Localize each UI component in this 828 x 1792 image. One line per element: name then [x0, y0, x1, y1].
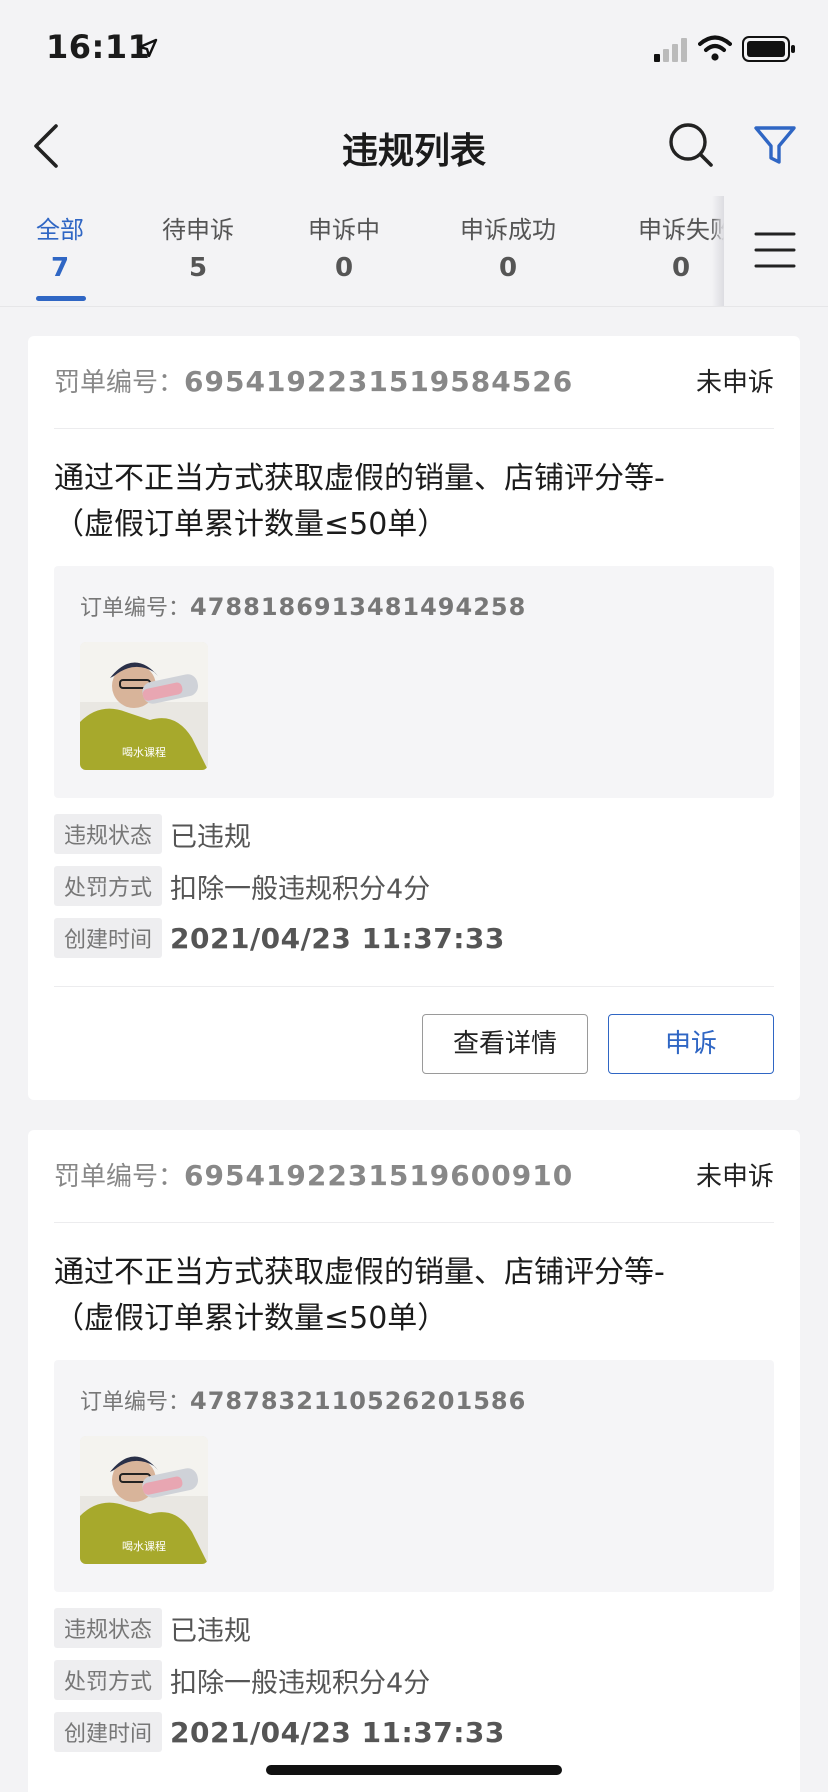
- tab-pending-appeal[interactable]: 待申诉 5: [148, 210, 248, 283]
- divider: [54, 428, 774, 429]
- card-header: 罚单编号：6954192231519584526 未申诉: [54, 362, 774, 410]
- tab-label: 待申诉: [162, 216, 234, 244]
- info-value: 已违规: [170, 821, 252, 853]
- violation-title-line: 通过不正当方式获取虚假的销量、店铺评分等-: [54, 461, 665, 496]
- info-row-penalty: 处罚方式 扣除一般违规积分4分: [54, 866, 430, 906]
- tab-label: 申诉中: [308, 216, 380, 244]
- tab-appealing[interactable]: 申诉中 0: [294, 210, 394, 283]
- battery-icon: [742, 36, 795, 62]
- view-details-button[interactable]: 查看详情: [422, 1014, 588, 1074]
- product-thumbnail[interactable]: 喝水课程: [80, 1436, 208, 1564]
- info-row-penalty: 处罚方式 扣除一般违规积分4分: [54, 1660, 430, 1700]
- info-tag: 违规状态: [54, 1608, 163, 1648]
- divider: [54, 1222, 774, 1223]
- info-tag: 创建时间: [54, 918, 163, 958]
- order-label: 订单编号：: [80, 1390, 191, 1415]
- order-label: 订单编号：: [80, 596, 191, 621]
- tab-count: 5: [188, 253, 208, 283]
- menu-icon[interactable]: [754, 230, 796, 270]
- thumbnail-caption: 喝水课程: [122, 1540, 166, 1553]
- home-indicator[interactable]: [266, 1765, 562, 1775]
- info-tag: 创建时间: [54, 1712, 163, 1752]
- tab-count: 0: [334, 253, 354, 283]
- info-tag: 违规状态: [54, 814, 163, 854]
- tab-label: 申诉成功: [460, 216, 556, 244]
- order-box[interactable]: 订单编号：4787832110526201586 喝水课程: [54, 1360, 774, 1592]
- info-value: 扣除一般违规积分4分: [170, 873, 431, 905]
- info-row-created: 创建时间 2021/04/23 11:37:33: [54, 918, 505, 958]
- violation-title-line: 通过不正当方式获取虚假的销量、店铺评分等-: [54, 1255, 665, 1290]
- tab-appeal-success[interactable]: 申诉成功 0: [448, 210, 568, 283]
- product-thumbnail[interactable]: 喝水课程: [80, 642, 208, 770]
- violation-card: 罚单编号：6954192231519584526 未申诉 通过不正当方式获取虚假…: [28, 336, 800, 1100]
- info-row-status: 违规状态 已违规: [54, 814, 251, 854]
- info-row-status: 违规状态 已违规: [54, 1608, 251, 1648]
- ticket-label: 罚单编号：: [54, 368, 185, 398]
- appeal-status: 未申诉: [695, 1162, 774, 1192]
- info-value: 2021/04/23 11:37:33: [170, 921, 505, 955]
- info-value: 已违规: [170, 1615, 252, 1647]
- signal-icon: [654, 38, 687, 62]
- order-line: 订单编号：4788186913481494258: [80, 590, 526, 622]
- tab-count: 0: [498, 253, 518, 283]
- screen: 16:11 违规列表 全部 7 待申诉 5 申诉中 0 申诉成功 0 申诉失败 …: [0, 0, 828, 1792]
- info-row-created: 创建时间 2021/04/23 11:37:33: [54, 1712, 505, 1752]
- tab-count: 7: [50, 253, 70, 283]
- tab-all[interactable]: 全部 7: [24, 210, 96, 283]
- filter-icon[interactable]: [752, 122, 798, 168]
- status-tabs: 全部 7 待申诉 5 申诉中 0 申诉成功 0 申诉失败 0: [0, 200, 828, 307]
- info-value: 2021/04/23 11:37:33: [170, 1715, 505, 1749]
- violation-card: 罚单编号：6954192231519600910 未申诉 通过不正当方式获取虚假…: [28, 1130, 800, 1792]
- order-number: 4788186913481494258: [190, 593, 527, 621]
- location-arrow-icon: [138, 38, 158, 58]
- violation-title-line: （虚假订单累计数量≤50单）: [54, 507, 448, 542]
- ticket-number: 6954192231519600910: [184, 1159, 574, 1192]
- tab-label: 全部: [36, 216, 84, 244]
- appeal-status: 未申诉: [695, 368, 774, 398]
- status-bar: 16:11: [0, 0, 828, 100]
- thumbnail-caption: 喝水课程: [122, 746, 166, 759]
- wifi-icon: [698, 35, 732, 61]
- order-box[interactable]: 订单编号：4788186913481494258 喝水课程: [54, 566, 774, 798]
- info-tag: 处罚方式: [54, 1660, 163, 1700]
- divider: [54, 986, 774, 987]
- status-time: 16:11: [46, 28, 151, 66]
- info-value: 扣除一般违规积分4分: [170, 1667, 431, 1699]
- tabs-scroll-fade: [712, 196, 724, 306]
- ticket-number: 6954192231519584526: [184, 365, 574, 398]
- search-icon[interactable]: [666, 120, 716, 170]
- info-tag: 处罚方式: [54, 866, 163, 906]
- appeal-button[interactable]: 申诉: [608, 1014, 774, 1074]
- violation-title-line: （虚假订单累计数量≤50单）: [54, 1301, 448, 1336]
- violation-title: 通过不正当方式获取虚假的销量、店铺评分等- （虚假订单累计数量≤50单）: [54, 456, 774, 548]
- order-number: 4787832110526201586: [190, 1387, 527, 1415]
- violation-title: 通过不正当方式获取虚假的销量、店铺评分等- （虚假订单累计数量≤50单）: [54, 1250, 774, 1342]
- nav-bar: 违规列表: [0, 100, 828, 192]
- active-tab-indicator: [36, 296, 86, 301]
- ticket-label: 罚单编号：: [54, 1162, 185, 1192]
- card-header: 罚单编号：6954192231519600910 未申诉: [54, 1156, 774, 1204]
- order-line: 订单编号：4787832110526201586: [80, 1384, 526, 1416]
